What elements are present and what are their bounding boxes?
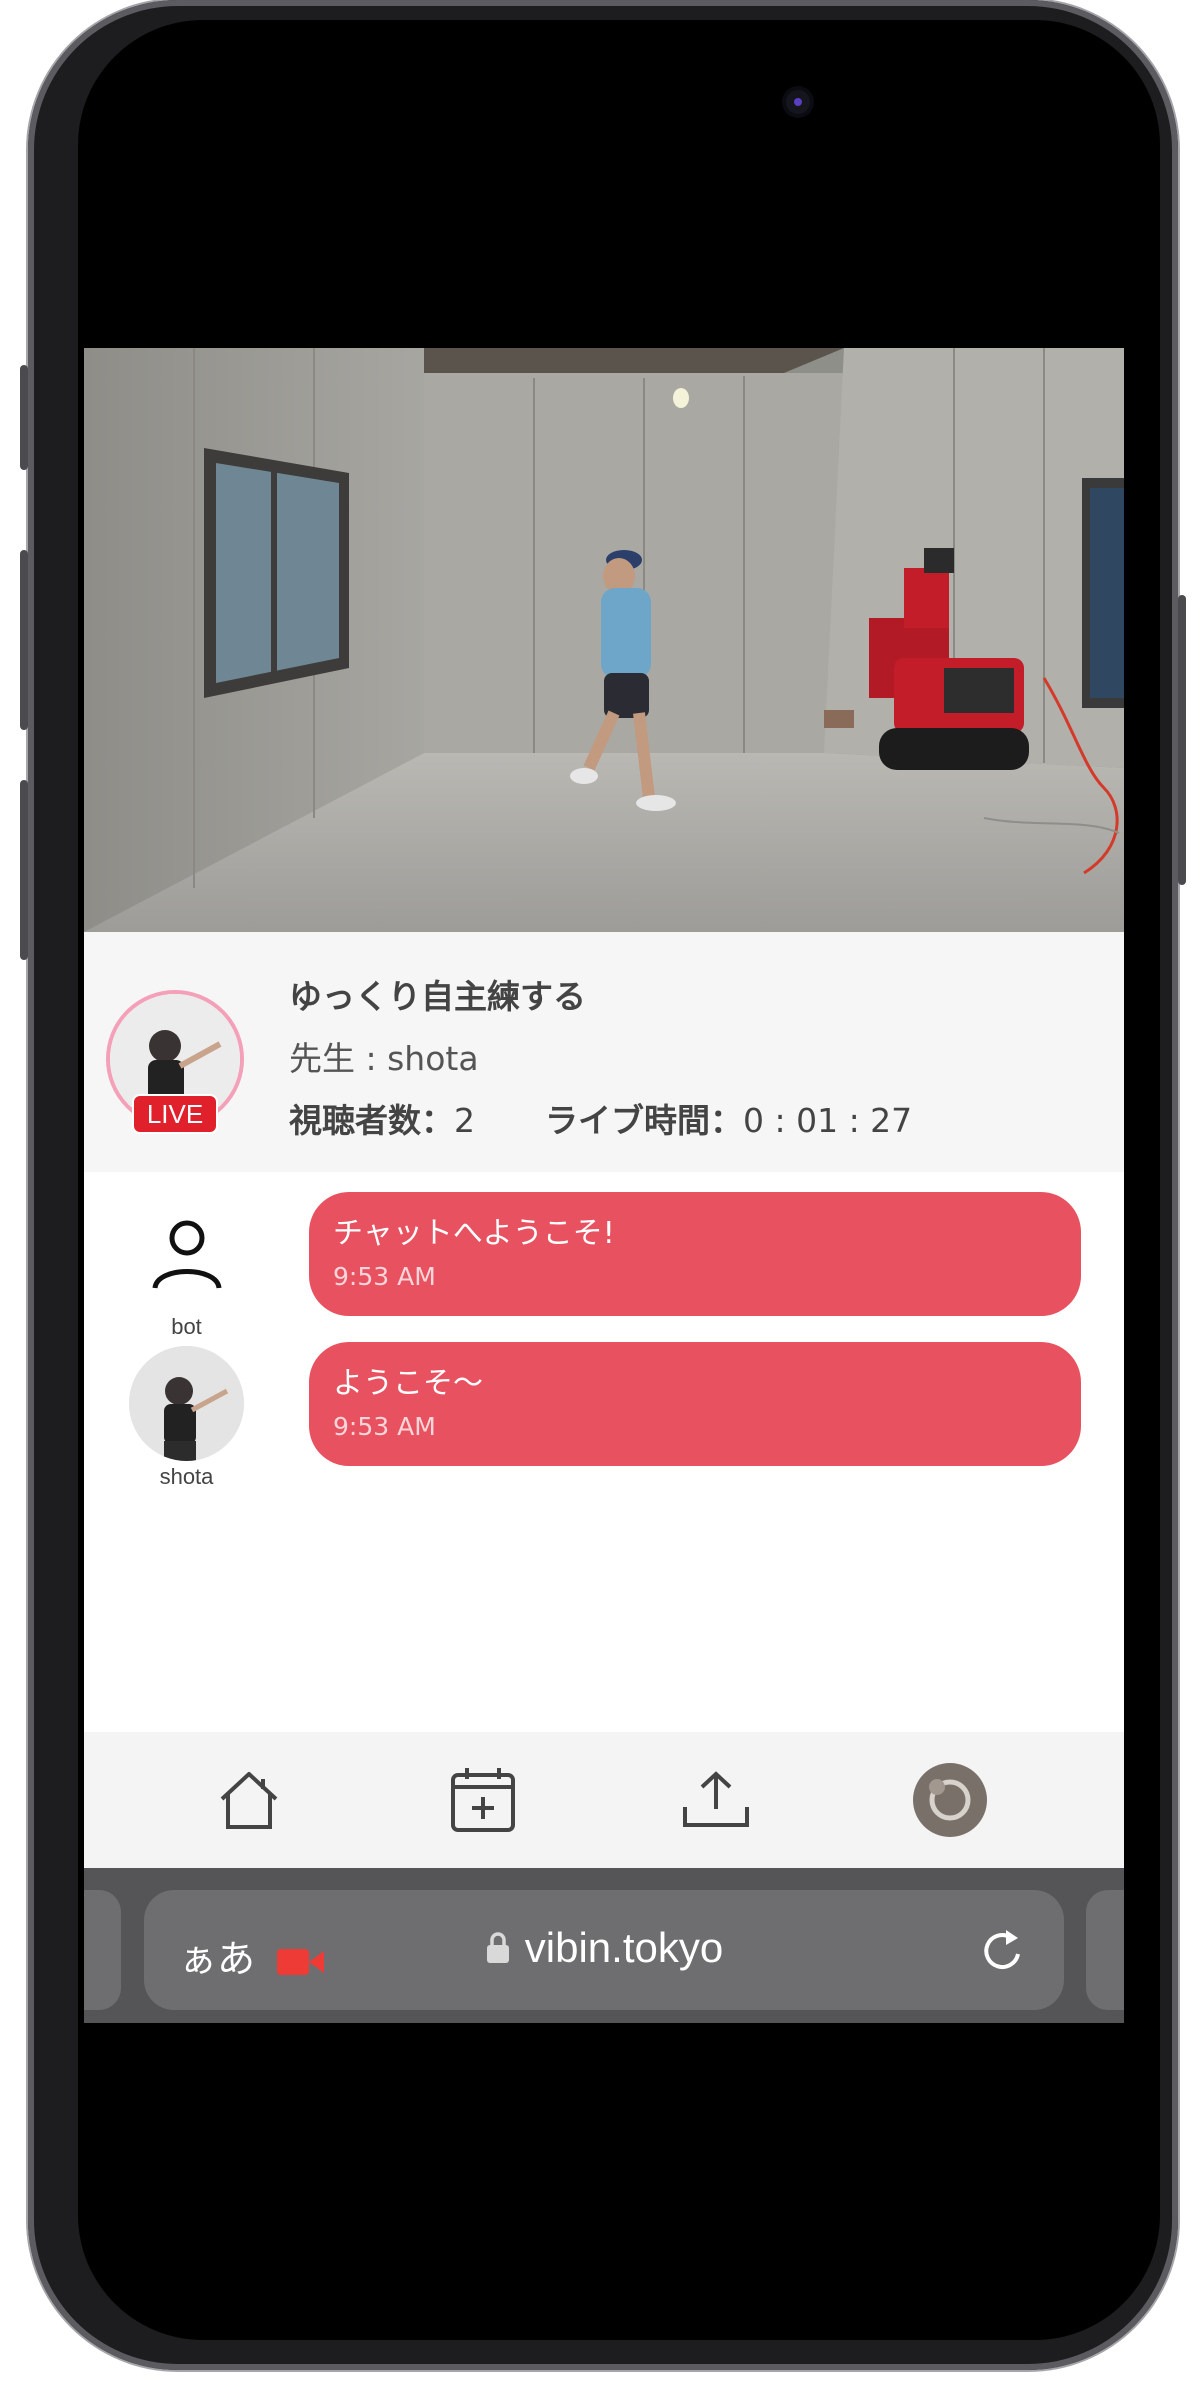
calendar-add-icon <box>451 1768 515 1832</box>
volume-up-button <box>20 550 28 730</box>
home-icon <box>220 1772 278 1829</box>
nav-share[interactable] <box>676 1760 756 1840</box>
profile-avatar <box>913 1763 987 1837</box>
user-avatar[interactable] <box>129 1346 244 1461</box>
chat-bubble: チャットへようこそ! 9:53 AM <box>309 1192 1081 1316</box>
chat-time: 9:53 AM <box>333 1412 436 1441</box>
address-bar[interactable]: ぁあ vibin.tokyo <box>144 1890 1064 2010</box>
url-text: vibin.tokyo <box>524 1924 724 1971</box>
prev-tab[interactable] <box>84 1890 121 2010</box>
volume-down-button <box>20 780 28 960</box>
video-frame <box>84 348 1124 932</box>
stream-title: ゆっくり自主練する <box>289 977 586 1016</box>
nav-home[interactable] <box>209 1760 289 1840</box>
app-content: LIVE ゆっくり自主練する 先生 : shota 視聴者数：2 ライブ時間：0 … <box>84 348 1124 2023</box>
chat-text: ようこそ〜 <box>333 1366 483 1401</box>
nav-schedule[interactable] <box>443 1760 523 1840</box>
viewers-label: 視聴者数： <box>289 1101 454 1140</box>
chat-username: shota <box>159 1464 214 1489</box>
chat-time: 9:53 AM <box>333 1262 436 1291</box>
lock-icon <box>486 1932 509 1963</box>
live-video[interactable] <box>84 348 1124 932</box>
chat-message: bot チャットへようこそ! 9:53 AM <box>84 1192 1124 1339</box>
reload-icon <box>984 1930 1020 1970</box>
action-button <box>20 365 28 470</box>
browser-toolbar: ぁあ vibin.tokyo <box>84 1868 1124 2023</box>
live-badge: LIVE <box>132 1094 218 1134</box>
chat-username: bot <box>171 1314 202 1339</box>
next-tab[interactable] <box>1086 1890 1124 2010</box>
teacher-name: 先生 : shota <box>289 1039 479 1078</box>
stream-stats: 視聴者数：2 ライブ時間：0 : 01 : 27 <box>289 1094 912 1142</box>
share-icon <box>683 1771 749 1827</box>
chat-panel: bot チャットへようこそ! 9:53 AM shota ようこそ〜 9:53 … <box>84 1172 1124 1732</box>
url-field[interactable]: vibin.tokyo <box>144 1924 1064 1972</box>
reload-button[interactable] <box>980 1928 1026 1978</box>
viewers-count: 2 <box>454 1101 475 1140</box>
chat-message: shota ようこそ〜 9:53 AM <box>84 1342 1124 1489</box>
live-time-label: ライブ時間： <box>545 1101 743 1140</box>
power-button <box>1178 595 1186 885</box>
bottom-nav <box>84 1732 1124 1868</box>
stream-info: LIVE ゆっくり自主練する 先生 : shota 視聴者数：2 ライブ時間：0 … <box>84 932 1124 1172</box>
front-camera <box>786 90 810 114</box>
chat-bubble: ようこそ〜 9:53 AM <box>309 1342 1081 1466</box>
nav-profile[interactable] <box>910 1760 990 1840</box>
live-time-value: 0 : 01 : 27 <box>743 1101 913 1140</box>
bot-user-icon <box>129 1196 244 1311</box>
chat-text: チャットへようこそ! <box>333 1216 615 1251</box>
